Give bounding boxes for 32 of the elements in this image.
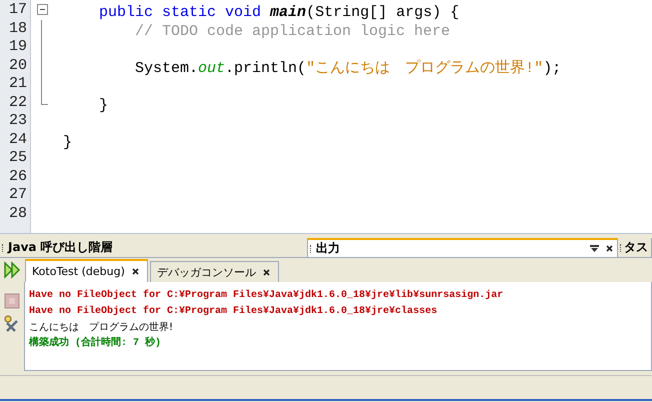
code-line: } bbox=[98, 96, 108, 114]
code-line: public static void main(String[] args) { bbox=[98, 4, 460, 21]
collapse-icon[interactable] bbox=[37, 4, 48, 15]
tools-icon[interactable] bbox=[3, 315, 21, 333]
code-line: System.out.println("こんにちは プログラムの世界!"); bbox=[134, 60, 562, 76]
line-number: 21 bbox=[8, 75, 28, 94]
line-number: 25 bbox=[8, 149, 28, 168]
output-line: Have no FileObject for C:¥Program Files¥Java¥jdk1.6.0_18¥jre¥classes bbox=[29, 304, 438, 319]
output-line: こんにちは プログラムの世界! bbox=[29, 320, 174, 335]
line-number: 26 bbox=[8, 168, 28, 186]
output-tab[interactable]: KotoTest (debug) bbox=[25, 259, 148, 282]
panel-tab[interactable]: タス bbox=[618, 238, 652, 257]
line-number: 24 bbox=[8, 130, 28, 149]
output-line: 構築成功 (合計時間: 7 秒) bbox=[29, 336, 162, 351]
code-line: } bbox=[63, 134, 72, 150]
close-icon[interactable] bbox=[606, 245, 613, 252]
code-line: // TODO code application logic here bbox=[134, 22, 450, 40]
line-number: 20 bbox=[8, 56, 28, 75]
line-number: 23 bbox=[8, 112, 28, 130]
line-number: 27 bbox=[8, 186, 28, 204]
panel-tab[interactable]: 出力 bbox=[308, 238, 618, 257]
rerun-icon[interactable] bbox=[3, 261, 21, 279]
line-number: 22 bbox=[8, 94, 28, 112]
close-icon[interactable] bbox=[132, 268, 139, 275]
line-number: 28 bbox=[8, 204, 28, 223]
output-line: Have no FileObject for C:¥Program Files¥Java¥jdk1.6.0_18¥jre¥lib¥sunrsasign.jar bbox=[29, 288, 504, 303]
line-number: 17 bbox=[8, 1, 28, 20]
dropdown-icon[interactable] bbox=[590, 244, 599, 252]
output-tab[interactable]: デバッガコンソール bbox=[150, 261, 279, 282]
line-number: 18 bbox=[8, 20, 28, 38]
line-number: 19 bbox=[8, 38, 28, 56]
close-icon[interactable] bbox=[262, 268, 270, 276]
